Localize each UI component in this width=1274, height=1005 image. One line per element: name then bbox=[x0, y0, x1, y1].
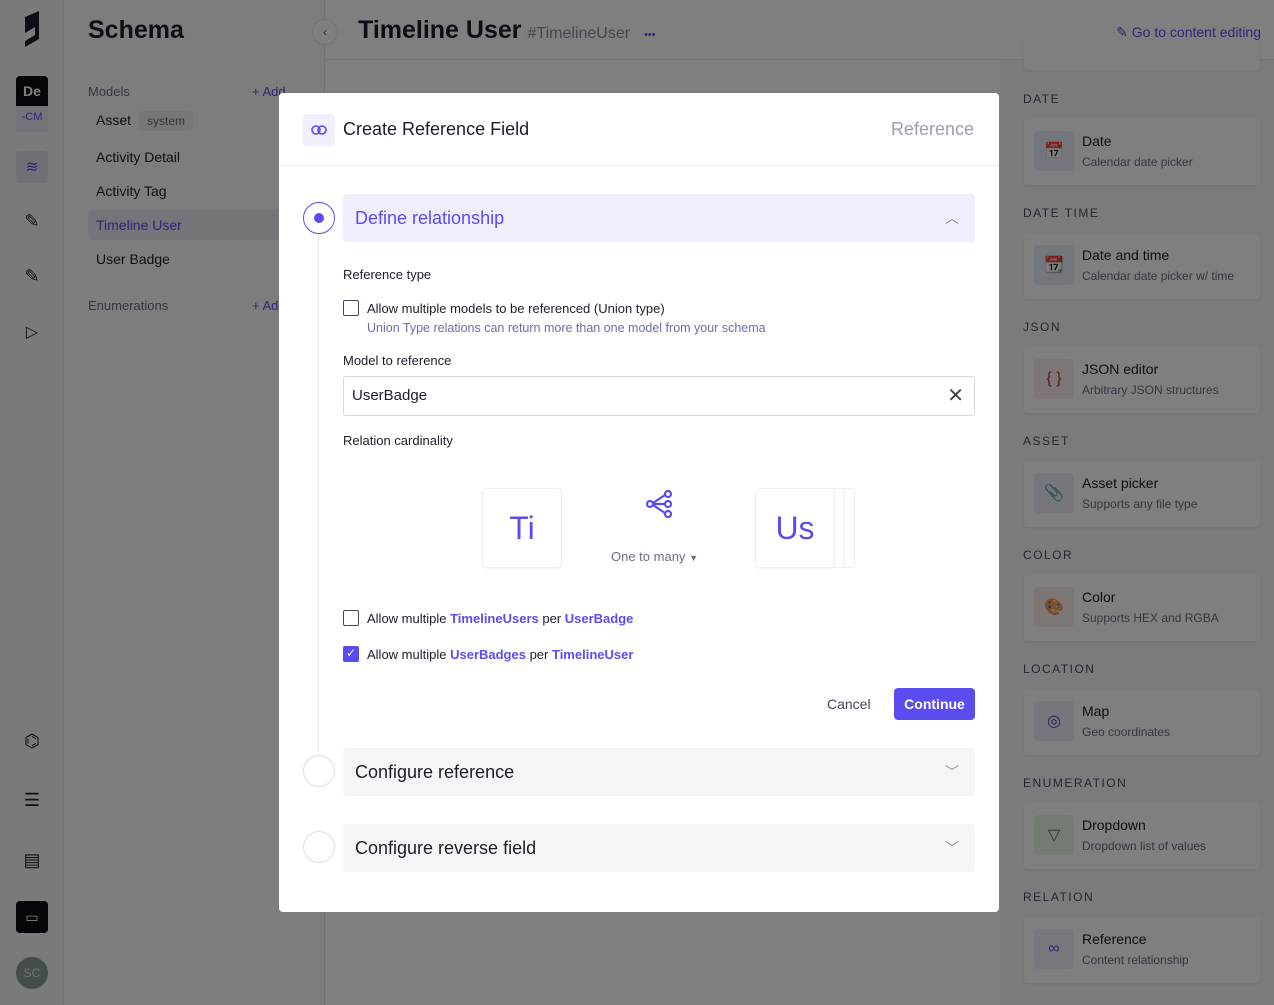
union-type-label: Allow multiple models to be referenced (… bbox=[367, 301, 665, 316]
field-type-label: Reference bbox=[890, 119, 974, 139]
allow-multiple-timelineusers-label: Allow multiple TimelineUsers per UserBad… bbox=[367, 611, 634, 626]
allow-multiple-userbadges-checkbox[interactable]: ✓ bbox=[343, 646, 359, 662]
step-indicator bbox=[303, 831, 335, 863]
allow-multiple-timelineusers-checkbox[interactable] bbox=[343, 610, 359, 626]
step-connector bbox=[318, 232, 319, 752]
step-configure-reference[interactable]: Configure reference ﹀ bbox=[343, 748, 975, 796]
source-model-box: Ti bbox=[482, 488, 562, 568]
model-to-reference-label: Model to reference bbox=[343, 353, 452, 368]
model-to-reference-select[interactable]: UserBadge ✕ bbox=[343, 376, 975, 416]
chevron-down-icon: ﹀ bbox=[945, 840, 959, 856]
create-reference-modal: Create Reference Field Reference Define … bbox=[279, 93, 999, 912]
step-title: Define relationship bbox=[355, 208, 505, 228]
cardinality-dropdown[interactable]: One to many ▼ bbox=[611, 549, 698, 564]
union-type-hint: Union Type relations can return more tha… bbox=[367, 321, 766, 335]
link-icon bbox=[303, 114, 335, 146]
target-model-box: Us bbox=[755, 488, 835, 568]
step-define-relationship[interactable]: Define relationship ︿ bbox=[343, 194, 975, 242]
chevron-up-icon: ︿ bbox=[945, 210, 959, 226]
step-indicator bbox=[303, 755, 335, 787]
clear-icon[interactable]: ✕ bbox=[947, 377, 964, 415]
allow-multiple-userbadges-label: Allow multiple UserBadges per TimelineUs… bbox=[367, 647, 634, 662]
caret-down-icon: ▼ bbox=[689, 553, 698, 563]
step-title: Configure reverse field bbox=[355, 838, 537, 858]
step-configure-reverse-field[interactable]: Configure reverse field ﹀ bbox=[343, 824, 975, 872]
reference-type-label: Reference type bbox=[343, 267, 432, 282]
union-type-checkbox[interactable] bbox=[343, 300, 359, 316]
step-title: Configure reference bbox=[355, 762, 515, 782]
cardinality-value: One to many bbox=[611, 549, 686, 564]
relation-cardinality-label: Relation cardinality bbox=[343, 433, 453, 448]
modal-title: Create Reference Field bbox=[343, 119, 530, 139]
selected-model: UserBadge bbox=[352, 387, 428, 404]
one-to-many-icon bbox=[645, 489, 673, 523]
step-indicator-active bbox=[303, 202, 335, 234]
cancel-button[interactable]: Cancel bbox=[827, 696, 871, 712]
chevron-down-icon: ﹀ bbox=[945, 764, 959, 780]
continue-button[interactable]: Continue bbox=[894, 688, 975, 720]
